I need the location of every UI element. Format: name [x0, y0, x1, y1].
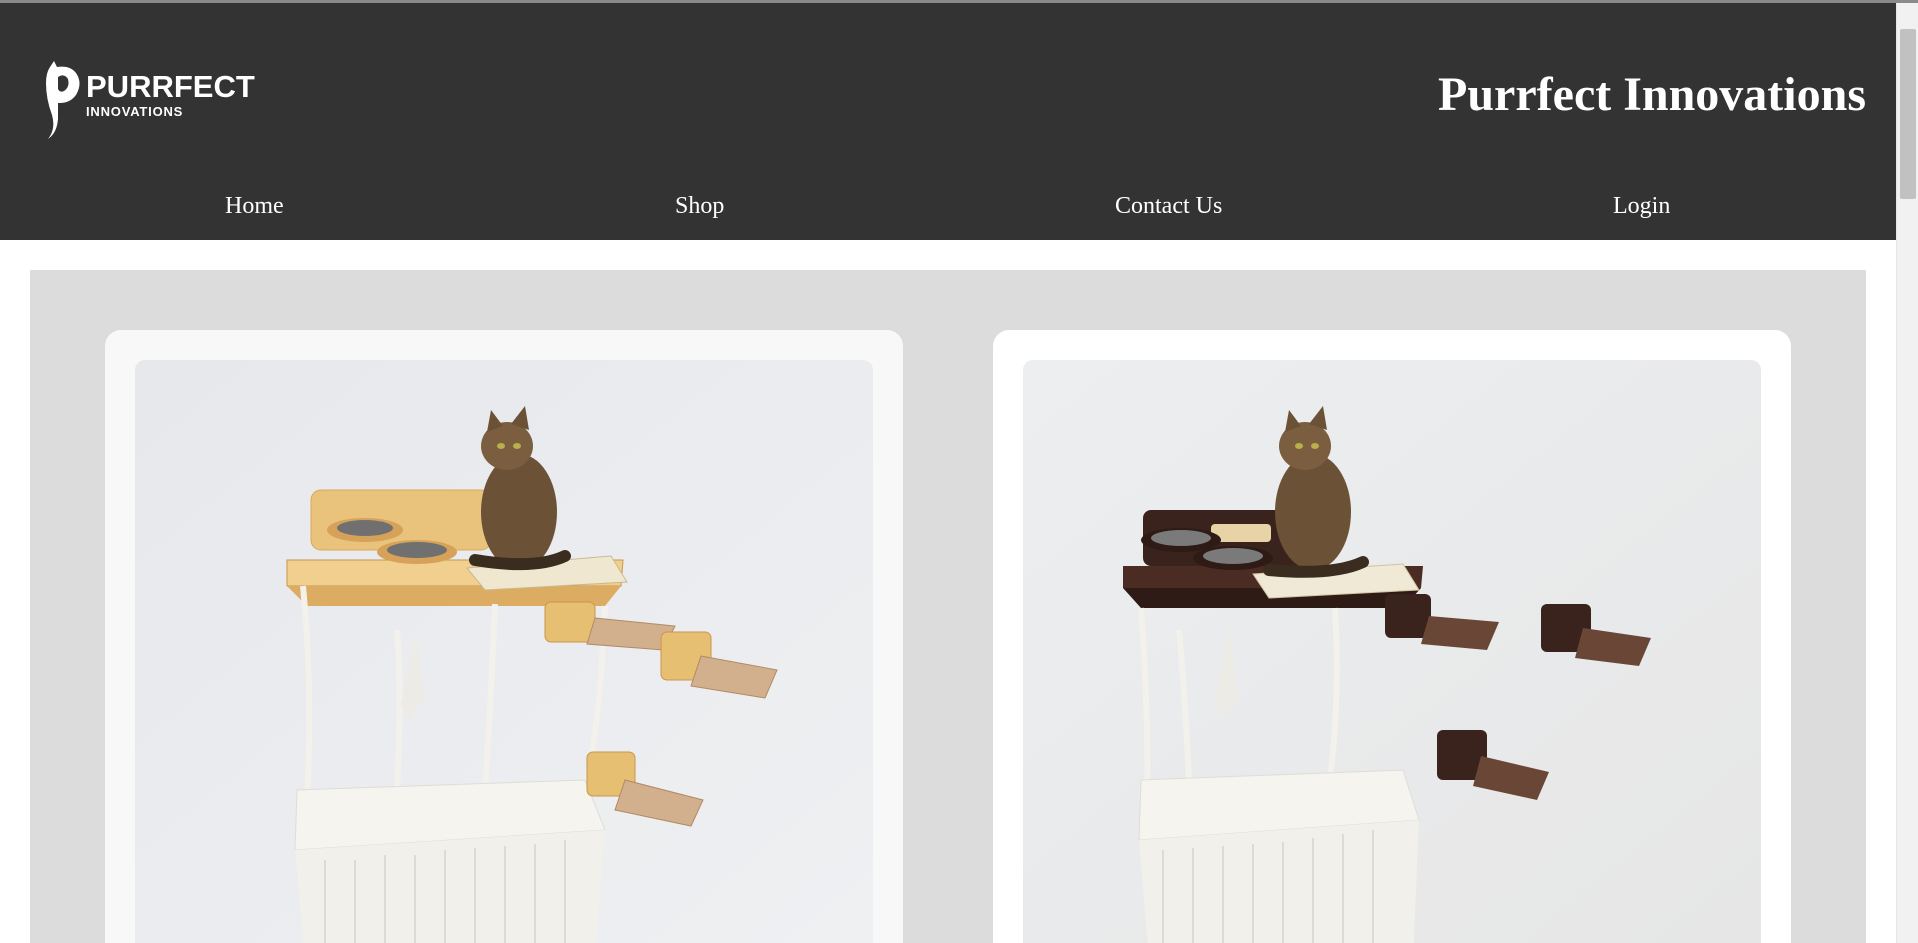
product-card[interactable]: [993, 330, 1791, 943]
product-image-natural-wood[interactable]: [135, 360, 873, 943]
cat-silhouette-icon: [46, 61, 80, 139]
page-scrollbar[interactable]: [1896, 3, 1918, 943]
logo-wordmark: PURRFECT: [86, 69, 255, 104]
main-nav: Home Shop Contact Us Login: [0, 193, 1896, 233]
nav-login-link[interactable]: Login: [1613, 193, 1670, 220]
nav-contact-link[interactable]: Contact Us: [1115, 193, 1222, 220]
scrollbar-thumb[interactable]: [1900, 29, 1916, 199]
product-grid: [30, 270, 1866, 943]
logo-subtitle: INNOVATIONS: [86, 104, 184, 119]
site-title: Purrfect Innovations: [1438, 68, 1866, 121]
product-image-dark-walnut[interactable]: [1023, 360, 1761, 943]
product-card[interactable]: [105, 330, 903, 943]
site-logo[interactable]: PURRFECT INNOVATIONS: [40, 59, 255, 143]
site-header: PURRFECT INNOVATIONS Purrfect Innovation…: [0, 3, 1896, 240]
nav-shop-link[interactable]: Shop: [675, 193, 724, 220]
nav-home-link[interactable]: Home: [225, 193, 284, 220]
